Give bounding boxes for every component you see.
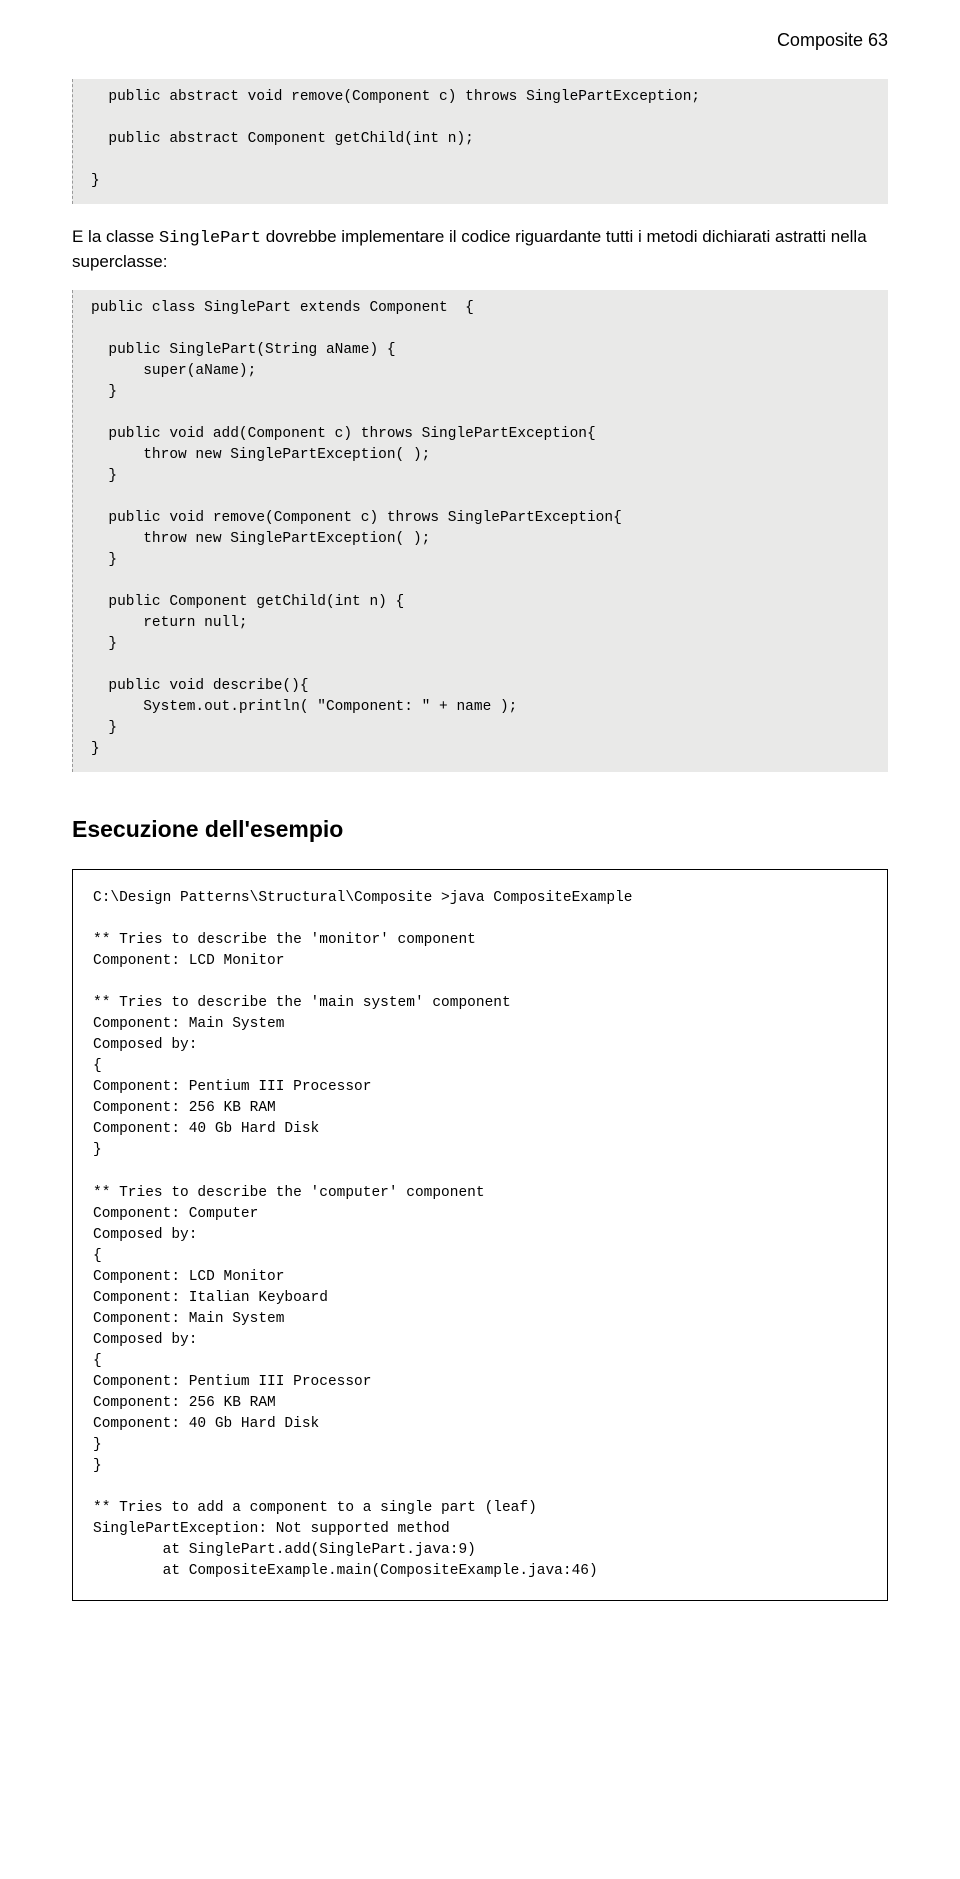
paragraph-1: E la classe SinglePart dovrebbe implemen… <box>72 226 888 274</box>
para-mono-token: SinglePart <box>159 229 261 248</box>
para-text-prefix: E la classe <box>72 227 159 246</box>
section-heading: Esecuzione dell'esempio <box>72 816 888 843</box>
code-block-1: public abstract void remove(Component c)… <box>72 79 888 204</box>
code-block-2: public class SinglePart extends Componen… <box>72 290 888 772</box>
page-header: Composite 63 <box>72 30 888 51</box>
output-block: C:\Design Patterns\Structural\Composite … <box>72 869 888 1601</box>
